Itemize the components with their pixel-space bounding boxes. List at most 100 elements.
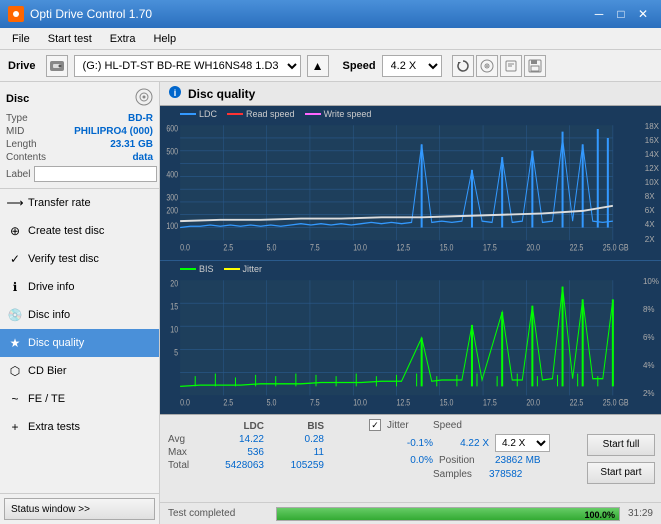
y-label: 12X xyxy=(645,164,659,173)
nav-item-drive-info[interactable]: ℹ Drive info xyxy=(0,273,159,301)
minimize-button[interactable]: ─ xyxy=(589,4,609,24)
menu-extra[interactable]: Extra xyxy=(102,31,144,47)
legend-write-color xyxy=(305,113,321,115)
title-bar-left: Opti Drive Control 1.70 xyxy=(8,6,152,22)
svg-text:15: 15 xyxy=(170,301,178,311)
disc-label-label: Label xyxy=(6,169,30,180)
svg-text:7.5: 7.5 xyxy=(310,397,320,407)
nav-item-disc-quality[interactable]: ★ Disc quality xyxy=(0,329,159,357)
status-window-button[interactable]: Status window >> xyxy=(4,498,155,520)
speed-select[interactable]: 4.2 X xyxy=(382,55,442,77)
progress-percent: 100.0% xyxy=(584,508,615,522)
menu-file[interactable]: File xyxy=(4,31,38,47)
drive-label: Drive xyxy=(8,60,36,72)
stats-bis-header: BIS xyxy=(264,421,324,432)
legend-jitter-label: Jitter xyxy=(243,264,263,274)
nav-label-disc-quality: Disc quality xyxy=(28,337,84,349)
svg-text:7.5: 7.5 xyxy=(310,243,320,253)
legend-bis-label: BIS xyxy=(199,264,214,274)
window-controls: ─ □ ✕ xyxy=(589,4,653,24)
nav-item-disc-info[interactable]: 💿 Disc info xyxy=(0,301,159,329)
maximize-button[interactable]: □ xyxy=(611,4,631,24)
position-row: 0.0% Position 23862 MB xyxy=(369,455,573,466)
eject-button[interactable]: ▲ xyxy=(307,55,329,77)
svg-text:300: 300 xyxy=(166,193,178,203)
app-icon xyxy=(8,6,24,22)
drive-bar: Drive (G:) HL-DT-ST BD-RE WH16NS48 1.D3 … xyxy=(0,50,661,82)
chart-bis: BIS Jitter 10% 8% 6% 4% 2% xyxy=(160,261,661,415)
jitter-checkbox[interactable]: ✓ xyxy=(369,419,381,431)
svg-text:20: 20 xyxy=(170,278,178,288)
svg-text:500: 500 xyxy=(166,147,178,157)
svg-text:600: 600 xyxy=(166,124,178,134)
svg-text:10: 10 xyxy=(170,324,178,334)
nav-label-cd-bier: CD Bier xyxy=(28,365,67,377)
menu-help[interactable]: Help xyxy=(145,31,184,47)
nav-label-fe-te: FE / TE xyxy=(28,393,65,405)
stats-avg-label: Avg xyxy=(168,434,204,445)
chart-ldc: LDC Read speed Write speed 18X 16X xyxy=(160,106,661,261)
svg-text:400: 400 xyxy=(166,170,178,180)
position-label: Position xyxy=(439,455,489,466)
progress-bar-fill xyxy=(277,508,619,520)
position-value: 23862 MB xyxy=(495,455,541,466)
y-label: 8X xyxy=(645,192,659,201)
legend-write-label: Write speed xyxy=(324,109,372,119)
progress-time: 31:29 xyxy=(628,508,653,519)
menu-bar: File Start test Extra Help xyxy=(0,28,661,50)
legend-jitter-color xyxy=(224,268,240,270)
contents-value: data xyxy=(132,152,153,163)
drive-info-icon: ℹ xyxy=(8,280,22,294)
nav-item-extra-tests[interactable]: + Extra tests xyxy=(0,413,159,441)
legend-bis: BIS xyxy=(180,264,214,274)
content-area: i Disc quality LDC Read speed xyxy=(160,82,661,524)
svg-text:20.0: 20.0 xyxy=(526,397,540,407)
nav-item-cd-bier[interactable]: ⬡ CD Bier xyxy=(0,357,159,385)
disc-button[interactable] xyxy=(476,55,498,77)
disc-quality-title: Disc quality xyxy=(188,87,255,101)
samples-value: 378582 xyxy=(489,469,522,480)
nav-item-verify-test-disc[interactable]: ✓ Verify test disc xyxy=(0,245,159,273)
label-button[interactable] xyxy=(500,55,522,77)
chart2-svg: 20 15 10 5 xyxy=(160,261,633,415)
stats-max-row: Max 536 11 xyxy=(168,447,353,458)
svg-text:10.0: 10.0 xyxy=(353,397,367,407)
legend-read-color xyxy=(227,113,243,115)
stats-bar: LDC BIS Avg 14.22 0.28 Max 536 11 Total … xyxy=(160,414,661,502)
drive-select[interactable]: (G:) HL-DT-ST BD-RE WH16NS48 1.D3 xyxy=(74,55,301,77)
refresh-button[interactable] xyxy=(452,55,474,77)
stats-table-left: LDC BIS Avg 14.22 0.28 Max 536 11 Total … xyxy=(160,415,361,502)
stats-total-ldc: 5428063 xyxy=(204,460,264,471)
speed-select-stats[interactable]: 4.2 X xyxy=(495,434,550,452)
disc-panel: Disc Type BD-R MID PHILIPRO4 (000) Lengt… xyxy=(0,82,159,189)
stats-max-label: Max xyxy=(168,447,204,458)
legend-read-speed: Read speed xyxy=(227,109,295,119)
disc-label-input[interactable] xyxy=(34,166,157,182)
nav-label-drive-info: Drive info xyxy=(28,281,74,293)
save-button[interactable] xyxy=(524,55,546,77)
length-value: 23.31 GB xyxy=(110,139,153,150)
type-label: Type xyxy=(6,113,28,124)
svg-text:25.0 GB: 25.0 GB xyxy=(603,397,629,407)
status-area: Status window >> xyxy=(0,493,159,524)
jitter-row: ✓ Jitter Speed xyxy=(369,419,573,431)
progress-status: Test completed xyxy=(168,508,268,519)
menu-start-test[interactable]: Start test xyxy=(40,31,100,47)
nav-item-create-test-disc[interactable]: ⊕ Create test disc xyxy=(0,217,159,245)
y-label: 10% xyxy=(643,277,659,286)
stats-total-bis: 105259 xyxy=(264,460,324,471)
sidebar: Disc Type BD-R MID PHILIPRO4 (000) Lengt… xyxy=(0,82,160,524)
nav-label-transfer-rate: Transfer rate xyxy=(28,197,91,209)
svg-text:10.0: 10.0 xyxy=(353,243,367,253)
start-full-button[interactable]: Start full xyxy=(587,434,655,456)
nav-item-fe-te[interactable]: ~ FE / TE xyxy=(0,385,159,413)
svg-text:2.5: 2.5 xyxy=(223,397,233,407)
progress-bar-container: 100.0% xyxy=(276,507,620,521)
type-value: BD-R xyxy=(128,113,153,124)
legend-bis-color xyxy=(180,268,196,270)
nav-item-transfer-rate[interactable]: ⟶ Transfer rate xyxy=(0,189,159,217)
legend-ldc: LDC xyxy=(180,109,217,119)
y-label: 16X xyxy=(645,136,659,145)
start-part-button[interactable]: Start part xyxy=(587,462,655,484)
close-button[interactable]: ✕ xyxy=(633,4,653,24)
